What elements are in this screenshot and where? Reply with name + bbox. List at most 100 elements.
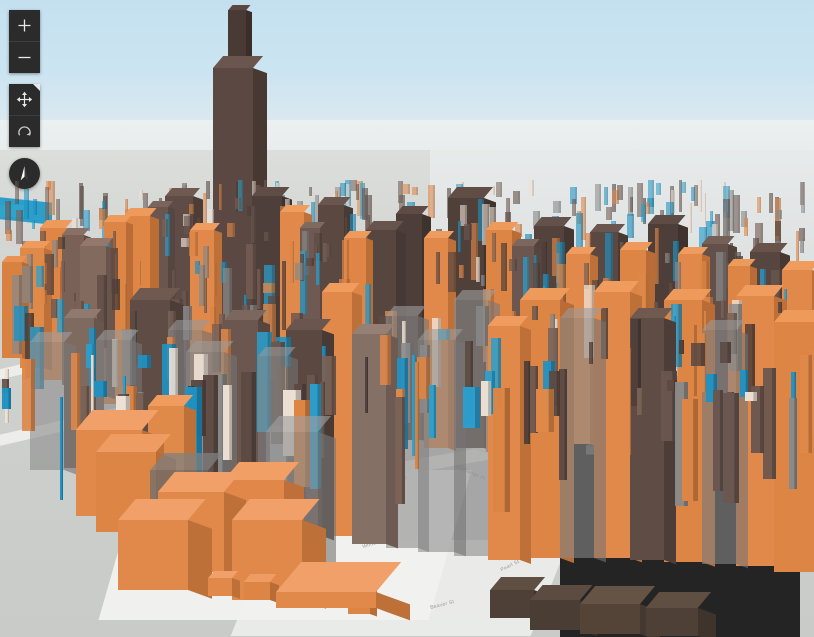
building-face-side — [232, 578, 241, 599]
building-face-front — [580, 604, 640, 634]
building-extrusion — [531, 306, 538, 320]
building-extrusion — [356, 183, 360, 201]
building-extrusion — [654, 228, 659, 285]
building-extrusion — [528, 180, 535, 196]
building-extrusion — [282, 261, 286, 330]
building-extrusion — [681, 398, 699, 501]
building-extrusion — [241, 371, 256, 466]
building-extrusion — [181, 238, 190, 247]
building-extrusion — [289, 241, 294, 283]
building-extrusion — [379, 335, 392, 385]
building-extrusion — [463, 387, 481, 429]
building-extrusion — [646, 201, 650, 215]
building-extrusion — [316, 252, 321, 286]
building-extrusion — [595, 184, 602, 212]
building-extrusion — [121, 284, 128, 333]
building-extrusion — [70, 353, 81, 431]
compass-button[interactable] — [9, 158, 40, 189]
building-extrusion — [111, 278, 121, 310]
building-extrusion — [32, 199, 38, 216]
building-extrusion — [402, 183, 410, 194]
building-extrusion[interactable] — [276, 562, 410, 621]
building-extrusion — [189, 231, 199, 256]
building-face-front — [118, 520, 188, 590]
building-extrusion — [744, 392, 757, 402]
building-extrusion — [641, 203, 646, 222]
building-extrusion — [509, 259, 518, 271]
building-extrusion — [629, 197, 634, 212]
building-extrusion — [492, 388, 511, 513]
building-extrusion — [719, 342, 732, 364]
building-extrusion[interactable] — [490, 576, 549, 624]
building-extrusion[interactable] — [646, 592, 716, 637]
building-extrusion — [428, 185, 436, 219]
building-extrusion — [680, 182, 686, 193]
zoom-control — [9, 10, 40, 73]
building-extrusion — [435, 252, 440, 285]
building-extrusion — [476, 256, 481, 282]
building-extrusion — [501, 242, 507, 291]
building-extrusion[interactable] — [530, 585, 597, 637]
building-extrusion — [308, 187, 313, 196]
building-extrusion — [481, 380, 492, 416]
building-extrusion — [22, 266, 34, 304]
navigation-control — [9, 84, 40, 147]
building-extrusion[interactable] — [118, 499, 212, 599]
building-extrusion — [219, 183, 223, 210]
building-extrusion — [22, 358, 36, 432]
building-extrusion — [345, 183, 350, 208]
building-extrusion — [429, 384, 437, 439]
building-extrusion — [769, 192, 774, 213]
building-extrusion — [203, 278, 208, 313]
building-extrusion — [189, 204, 195, 215]
building-extrusion — [325, 243, 331, 257]
building-extrusion — [800, 355, 812, 453]
rotate-icon — [18, 126, 31, 136]
building-extrusion — [24, 188, 30, 219]
building-extrusion — [691, 343, 706, 367]
building-extrusion — [161, 219, 169, 238]
building-extrusion — [744, 218, 748, 237]
building-extrusion — [2, 388, 11, 410]
building-extrusion — [721, 299, 726, 319]
building-face-front — [646, 608, 698, 636]
building-extrusion — [58, 236, 66, 249]
building-extrusion — [305, 257, 314, 267]
building-extrusion — [690, 186, 696, 201]
building-extrusion — [655, 183, 661, 195]
building-extrusion — [256, 268, 261, 310]
zoom-out-button[interactable] — [9, 41, 40, 73]
building-extrusion[interactable] — [580, 586, 661, 637]
building-extrusion — [788, 397, 798, 489]
building-extrusion — [492, 233, 497, 263]
building-extrusion — [756, 196, 761, 214]
building-extrusion — [712, 390, 723, 491]
map-canvas[interactable]: BroadwayBattery PlState StBeaver StPearl… — [0, 0, 814, 637]
building-face-front — [276, 592, 376, 608]
rotate-button[interactable] — [9, 115, 40, 147]
building-extrusion — [222, 385, 232, 460]
pan-icon — [16, 91, 33, 108]
building-extrusion — [542, 242, 547, 275]
pan-button[interactable] — [9, 84, 40, 115]
building-extrusion — [603, 186, 609, 205]
building-extrusion — [664, 252, 670, 263]
building-extrusion — [605, 233, 614, 284]
building-extrusion — [364, 357, 369, 414]
building-extrusion — [801, 182, 806, 213]
building-extrusion[interactable] — [208, 570, 241, 599]
building-extrusion — [496, 181, 502, 197]
building-extrusion — [611, 190, 619, 205]
building-extrusion — [94, 380, 107, 398]
building-extrusion — [762, 368, 776, 479]
zoom-in-button[interactable] — [9, 10, 40, 41]
building-extrusion — [59, 397, 64, 500]
building-extrusion — [263, 232, 270, 242]
building-extrusion — [412, 187, 419, 196]
building-extrusion — [636, 387, 645, 415]
building-extrusion — [536, 388, 554, 432]
building-extrusion — [41, 290, 48, 305]
building-face-front — [208, 578, 232, 596]
building-extrusion[interactable] — [244, 574, 279, 604]
building-extrusion — [480, 275, 486, 287]
